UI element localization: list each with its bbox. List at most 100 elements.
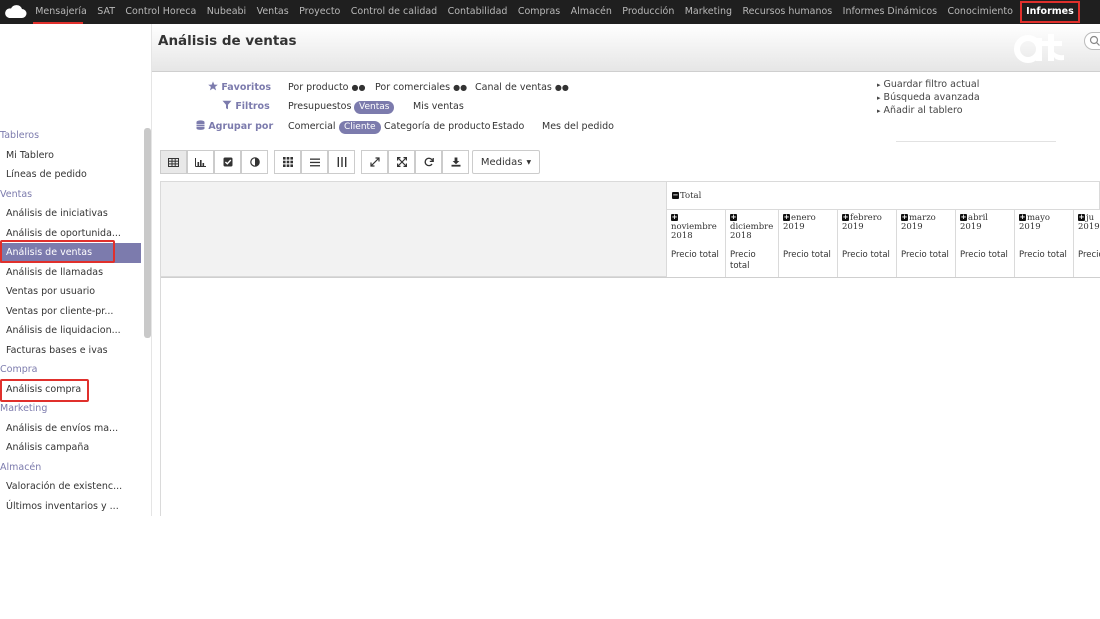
menu-item-recursos-humanos[interactable]: Recursos humanos	[737, 0, 837, 24]
search-button[interactable]	[1084, 32, 1100, 50]
menu-item-marketing[interactable]: Marketing	[680, 0, 738, 24]
filter-divider	[896, 141, 1056, 142]
menu-item-control-horeca[interactable]: Control Horeca	[120, 0, 201, 24]
caret-right-icon: ▸	[877, 81, 881, 89]
menu-item-conocimiento[interactable]: Conocimiento	[942, 0, 1018, 24]
menu-item-informes-dinamicos[interactable]: Informes Dinámicos	[837, 0, 942, 24]
sidebar-item-ventas-usuario[interactable]: Ventas por usuario	[0, 282, 141, 302]
page-title: Análisis de ventas	[158, 33, 297, 49]
pivot-column-header[interactable]: + abril 2019 Precio total	[956, 210, 1015, 277]
favorito-por-comerciales[interactable]: Por comerciales ●●	[375, 82, 467, 93]
medidas-dropdown[interactable]: Medidas ▼	[472, 150, 540, 174]
pivot-column-header[interactable]: + diciembre 2018 Precio total	[726, 210, 779, 277]
menu-item-proyecto[interactable]: Proyecto	[294, 0, 346, 24]
favorito-canal-ventas[interactable]: Canal de ventas ●●	[475, 82, 569, 93]
sidebar-item-valoracion-existencias[interactable]: Valoración de existenc...	[0, 477, 141, 497]
pie-chart-icon	[249, 157, 260, 167]
pivot-total-header[interactable]: − Total	[667, 181, 1100, 210]
pivot-corner-header	[160, 181, 667, 277]
agrupar-comercial[interactable]: Comercial	[288, 121, 336, 132]
expand-arrows-icon	[396, 157, 407, 167]
menu-item-sat[interactable]: SAT	[92, 0, 120, 24]
measure-label: Precio	[1078, 250, 1100, 260]
menu-item-compras[interactable]: Compras	[513, 0, 566, 24]
busqueda-avanzada-link[interactable]: ▸ Búsqueda avanzada	[877, 92, 980, 103]
menu-item-mensajeria[interactable]: Mensajería	[30, 0, 92, 24]
anadir-tablero-link[interactable]: ▸ Añadir al tablero	[877, 105, 963, 116]
column-year: 2019	[1019, 222, 1041, 232]
pie-view-button[interactable]	[241, 150, 268, 174]
menu-item-almacen[interactable]: Almacén	[565, 0, 617, 24]
search-icon	[1089, 35, 1100, 46]
measure-label: Precio total	[960, 250, 1008, 260]
filtro-mis-ventas[interactable]: Mis ventas	[413, 101, 464, 112]
menu-item-ventas[interactable]: Ventas	[251, 0, 294, 24]
at-logo-icon	[1014, 34, 1064, 63]
agrupar-mes-pedido[interactable]: Mes del pedido	[542, 121, 614, 132]
users-icon: ●●	[351, 83, 366, 92]
sidebar-scrollbar[interactable]	[144, 128, 151, 338]
sidebar-item-ventas-cliente[interactable]: Ventas por cliente-pr...	[0, 302, 141, 322]
agrupar-menu[interactable]: Agrupar por	[196, 120, 273, 132]
sidebar-item-analisis-envios[interactable]: Análisis de envíos ma...	[0, 419, 141, 439]
menu-item-contabilidad[interactable]: Contabilidad	[442, 0, 512, 24]
pivot-column-header[interactable]: + mayo 2019 Precio total	[1015, 210, 1074, 277]
sidebar-item-ultimos-inventarios[interactable]: Últimos inventarios y ...	[0, 497, 141, 517]
measure-label: Precio total	[842, 250, 890, 260]
pivot-column-header[interactable]: +ju 2019 Precio	[1074, 210, 1100, 277]
medidas-label: Medidas	[480, 156, 523, 168]
pivot-column-header[interactable]: + noviembre 2018 Precio total	[667, 210, 726, 277]
agrupar-cliente[interactable]: Cliente	[339, 121, 381, 134]
columns-icon	[337, 157, 346, 167]
grid-layout-button[interactable]	[274, 150, 301, 174]
caret-right-icon: ▸	[877, 107, 881, 115]
favorito-por-producto[interactable]: Por producto ●●	[288, 82, 365, 93]
expand-all-button[interactable]	[388, 150, 415, 174]
sidebar-section-ventas: Ventas	[0, 188, 33, 200]
menu-item-informes[interactable]: Informes	[1020, 1, 1080, 23]
sidebar-section-almacen: Almacén	[0, 461, 42, 473]
sidebar-section-tableros: Tableros	[0, 130, 40, 141]
pivot-left-border	[160, 277, 161, 516]
pivot-view-button[interactable]	[160, 150, 187, 174]
graph-view-button[interactable]	[187, 150, 214, 174]
measure-label: Precio	[730, 250, 756, 260]
database-icon	[196, 120, 205, 130]
menu-item-produccion[interactable]: Producción	[617, 0, 679, 24]
sidebar-item-analisis-liquidacion[interactable]: Análisis de liquidacion...	[0, 321, 141, 341]
download-icon	[451, 157, 460, 167]
rows-icon	[309, 158, 320, 166]
users-icon: ●●	[453, 83, 468, 92]
agrupar-categoria[interactable]: Categoría de producto	[384, 121, 491, 132]
sidebar-item-facturas-bases[interactable]: Facturas bases e ivas	[0, 341, 141, 361]
sidebar-item-mi-tablero[interactable]: Mi Tablero	[0, 146, 141, 166]
total-header-cell[interactable]: − Total	[672, 191, 701, 201]
cloud-logo-icon[interactable]	[0, 0, 30, 24]
link-label: Añadir al tablero	[883, 105, 963, 116]
highlight-box-analisis-compra	[0, 379, 89, 402]
menu-item-control-calidad[interactable]: Control de calidad	[346, 0, 443, 24]
pivot-column-header[interactable]: + febrero 2019 Precio total	[838, 210, 897, 277]
filtros-menu[interactable]: Filtros	[222, 100, 270, 112]
download-button[interactable]	[442, 150, 469, 174]
collapse-icon: −	[672, 191, 679, 199]
sidebar-item-analisis-campana[interactable]: Análisis campaña	[0, 438, 141, 458]
column-year: 2019	[960, 222, 982, 232]
sidebar-item-analisis-iniciativas[interactable]: Análisis de iniciativas	[0, 204, 141, 224]
sidebar-item-lineas-pedido[interactable]: Líneas de pedido	[0, 165, 141, 185]
guardar-filtro-link[interactable]: ▸ Guardar filtro actual	[877, 79, 979, 90]
favoritos-menu[interactable]: Favoritos	[208, 81, 271, 93]
flip-axis-button[interactable]	[361, 150, 388, 174]
columns-layout-button[interactable]	[328, 150, 355, 174]
agrupar-estado[interactable]: Estado	[492, 121, 524, 132]
menu-item-nubeabi[interactable]: Nubeabi	[202, 0, 252, 24]
rows-layout-button[interactable]	[301, 150, 328, 174]
sidebar-item-analisis-llamadas[interactable]: Análisis de llamadas	[0, 263, 141, 283]
pivot-column-header[interactable]: + enero 2019 Precio total	[779, 210, 838, 277]
check-view-button[interactable]	[214, 150, 241, 174]
filtro-ventas[interactable]: Ventas	[354, 101, 395, 114]
pivot-column-header[interactable]: + marzo 2019 Precio total	[897, 210, 956, 277]
filtro-presupuestos[interactable]: Presupuestos	[288, 101, 351, 112]
column-year: 2019	[1078, 222, 1100, 232]
refresh-button[interactable]	[415, 150, 442, 174]
